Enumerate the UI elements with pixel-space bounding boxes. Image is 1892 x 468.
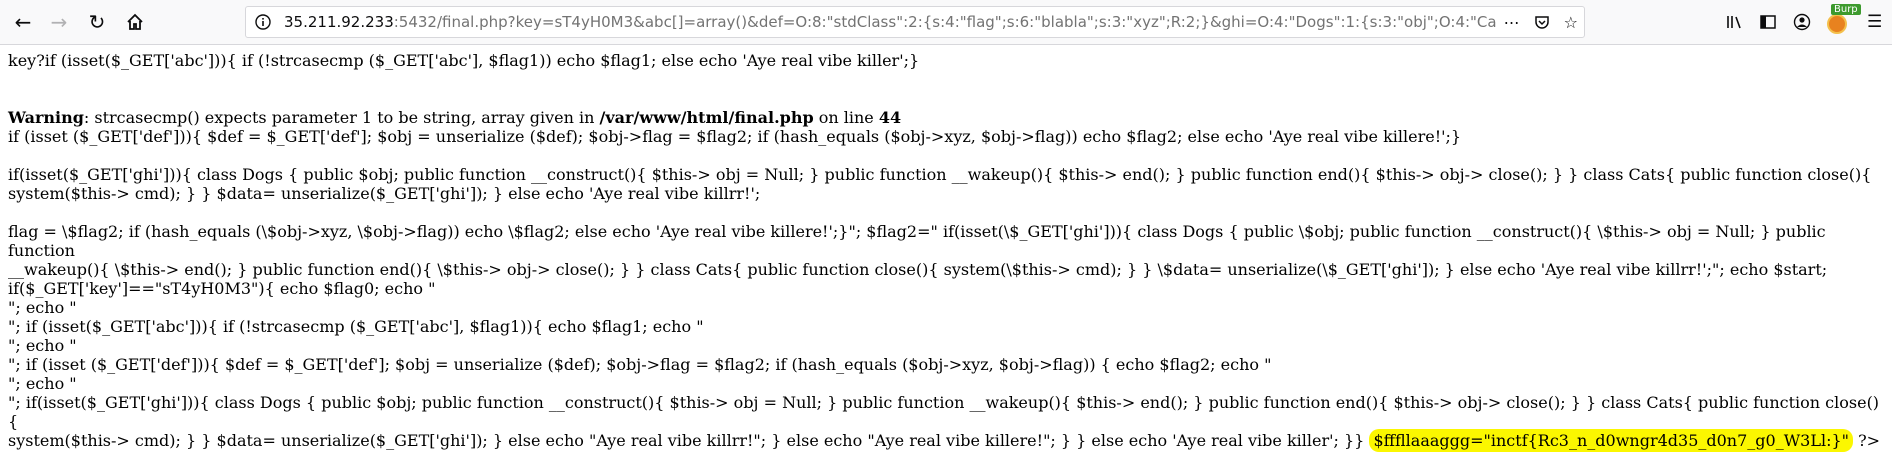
burp-icon <box>1827 14 1847 34</box>
burp-badge: Burp <box>1831 4 1861 15</box>
library-icon[interactable] <box>1725 13 1743 31</box>
toolbar-right: Burp ☰ <box>1725 4 1882 37</box>
back-arrow-icon: ← <box>14 10 32 34</box>
source-line-ghi: if(isset($_GET['ghi'])){ class Dogs { pu… <box>8 165 1872 203</box>
page-actions-icon[interactable]: ⋯ <box>1504 13 1520 32</box>
source-line-flag: flag = \$flag2; if (hash_equals (\$obj->… <box>8 222 1828 393</box>
home-icon <box>127 13 143 30</box>
back-button[interactable]: ← <box>8 7 38 37</box>
warning-text: : strcasecmp() expects parameter 1 to be… <box>83 108 600 127</box>
menu-icon[interactable]: ☰ <box>1867 12 1882 32</box>
php-close-tag: ?> <box>1853 431 1881 450</box>
burp-extension-button[interactable]: Burp <box>1827 4 1861 34</box>
url-path: :5432/final.php?key=sT4yH0M3&abc[]=array… <box>393 13 1514 31</box>
bookmark-star-icon[interactable]: ☆ <box>1564 13 1578 32</box>
url-host: 35.211.92.233 <box>284 13 394 31</box>
pocket-icon[interactable] <box>1534 14 1550 30</box>
php-warning: Warning: strcasecmp() expects parameter … <box>8 108 1884 127</box>
site-info-icon[interactable] <box>254 13 272 31</box>
flag-highlight: $fffllaaaggg="inctf{Rc3_n_d0wngr4d35_d0n… <box>1369 429 1854 452</box>
source-line-def: if (isset ($_GET['def'])){ $def = $_GET[… <box>8 127 1462 146</box>
url-text[interactable]: 35.211.92.233:5432/final.php?key=sT4yH0M… <box>284 13 1514 31</box>
forward-button[interactable]: → <box>44 7 74 37</box>
page-content: key?if (isset($_GET['abc'])){ if (!strca… <box>0 45 1892 452</box>
warning-line: 44 <box>878 108 902 127</box>
source-line-abc: key?if (isset($_GET['abc'])){ if (!strca… <box>8 51 920 70</box>
sidebar-icon[interactable] <box>1759 13 1777 31</box>
warning-label: Warning <box>8 108 84 127</box>
reload-icon: ↻ <box>88 10 106 34</box>
home-button[interactable] <box>120 7 150 37</box>
url-bar[interactable]: 35.211.92.233:5432/final.php?key=sT4yH0M… <box>245 6 1585 38</box>
url-actions: ⋯ ☆ <box>1495 7 1578 37</box>
forward-arrow-icon: → <box>50 10 68 34</box>
source-line-last: "; if(isset($_GET['ghi'])){ class Dogs {… <box>8 393 1884 452</box>
reload-button[interactable]: ↻ <box>82 7 112 37</box>
account-icon[interactable] <box>1793 13 1811 31</box>
browser-toolbar: ← → ↻ 35.211.92.233:5432/final.php?key=s… <box>0 0 1892 45</box>
warning-path: /var/www/html/final.php <box>599 108 814 127</box>
warning-online: on line <box>813 108 879 127</box>
